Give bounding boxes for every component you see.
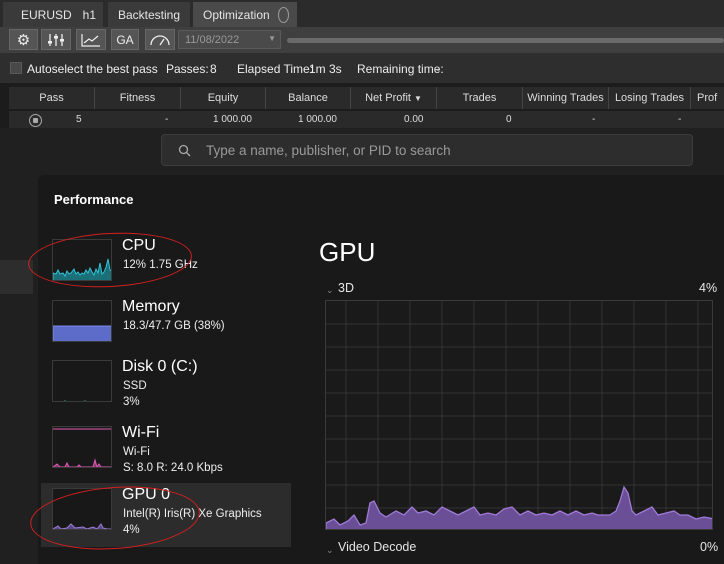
- cell-equity: 1 000.00: [213, 114, 252, 125]
- results-table-header: Pass Fitness Equity Balance Net Profit ▼…: [9, 87, 724, 109]
- disk-usage: 3%: [123, 396, 140, 408]
- remaining-label: Remaining time:: [357, 62, 444, 76]
- column-losing-trades[interactable]: Losing Trades: [609, 87, 691, 109]
- speed-button[interactable]: [145, 29, 175, 50]
- sliders-icon: [48, 33, 64, 46]
- cell-net-profit: 0.00: [404, 114, 424, 125]
- elapsed-label: Elapsed Time:: [237, 62, 314, 76]
- column-winning-trades[interactable]: Winning Trades: [523, 87, 609, 109]
- tab-backtesting-label: Backtesting: [117, 7, 181, 22]
- wifi-graph-thumbnail: [52, 426, 112, 468]
- chevron-down-icon[interactable]: ⌄: [326, 285, 334, 296]
- autoselect-label: Autoselect the best pass: [27, 62, 158, 76]
- wifi-title: Wi-Fi: [122, 424, 160, 441]
- cell-fitness: -: [165, 114, 169, 125]
- toolbar: ⚙ GA 11/08/2022 ▼: [0, 27, 724, 53]
- tab-strip: EURUSD h1 Backtesting Optimization: [0, 0, 724, 27]
- chart-video-decode-label[interactable]: Video Decode: [338, 540, 416, 554]
- loading-circle-icon: [277, 6, 289, 23]
- table-row[interactable]: 5 - 1 000.00 1 000.00 0.00 0 - -: [9, 111, 724, 129]
- chart-button[interactable]: [76, 29, 106, 50]
- tab-symbol[interactable]: EURUSD h1: [3, 2, 103, 27]
- cell-losing: -: [678, 114, 682, 125]
- sort-desc-icon: ▼: [413, 93, 422, 103]
- remaining-value: -: [436, 62, 440, 76]
- stop-circle-icon: [29, 114, 42, 127]
- dropdown-caret-icon: ▼: [268, 34, 276, 43]
- column-profit-label: Prof: [697, 92, 718, 104]
- parameters-button[interactable]: [41, 29, 71, 50]
- page-title: Performance: [54, 192, 134, 207]
- perf-item-wifi[interactable]: Wi-Fi Wi-Fi S: 8.0 R: 24.0 Kbps: [41, 421, 291, 485]
- chevron-down-icon[interactable]: ⌄: [326, 545, 334, 556]
- column-net-profit[interactable]: Net Profit ▼: [351, 87, 437, 109]
- tab-symbol-label: EURUSD: [21, 7, 72, 22]
- memory-usage: 18.3/47.7 GB (38%): [123, 320, 225, 332]
- tab-backtesting[interactable]: Backtesting: [108, 2, 190, 27]
- ga-label: GA: [116, 32, 134, 47]
- disk-title: Disk 0 (C:): [122, 358, 198, 375]
- gear-icon: ⚙: [16, 31, 31, 49]
- column-winning-trades-label: Winning Trades: [527, 92, 604, 104]
- column-losing-trades-label: Losing Trades: [614, 92, 685, 104]
- column-profit[interactable]: Prof: [691, 87, 724, 109]
- column-pass[interactable]: Pass: [9, 87, 95, 109]
- column-balance-label: Balance: [288, 92, 328, 104]
- line-chart-icon: [81, 33, 100, 47]
- status-bar: Autoselect the best pass Passes: 8 Elaps…: [0, 53, 724, 83]
- chart-3d-value: 4%: [699, 281, 718, 295]
- optimization-progress-bar: [287, 38, 724, 43]
- search-input[interactable]: Type a name, publisher, or PID to search: [161, 134, 693, 166]
- chart-video-decode-value: 0%: [700, 540, 719, 554]
- cell-balance: 1 000.00: [298, 114, 337, 125]
- perf-item-memory[interactable]: Memory 18.3/47.7 GB (38%): [41, 295, 291, 359]
- memory-graph-thumbnail: [52, 300, 112, 342]
- gpu-3d-chart: [325, 300, 713, 530]
- column-fitness-label: Fitness: [119, 92, 156, 104]
- memory-title: Memory: [122, 298, 180, 315]
- column-trades-label: Trades: [462, 92, 497, 104]
- date-value: 11/08/2022: [185, 33, 240, 46]
- autoselect-checkbox[interactable]: [10, 62, 22, 74]
- tab-optimization[interactable]: Optimization: [193, 2, 297, 27]
- column-fitness[interactable]: Fitness: [95, 87, 181, 109]
- disk-graph-thumbnail: [52, 360, 112, 402]
- date-select[interactable]: 11/08/2022 ▼: [178, 30, 281, 49]
- cell-trades: 0: [506, 114, 512, 125]
- passes-label: Passes:: [166, 62, 209, 76]
- column-pass-label: Pass: [39, 92, 64, 104]
- disk-type: SSD: [123, 380, 147, 392]
- gpu-detail-title: GPU: [319, 237, 376, 267]
- tab-optimization-label: Optimization: [203, 7, 270, 22]
- wifi-throughput: S: 8.0 R: 24.0 Kbps: [123, 462, 223, 474]
- column-equity-label: Equity: [207, 92, 239, 104]
- speedometer-icon: [150, 34, 170, 45]
- column-trades[interactable]: Trades: [437, 87, 523, 109]
- elapsed-value: 1m 3s: [309, 62, 342, 76]
- chart-3d-label[interactable]: 3D: [338, 281, 354, 295]
- column-balance[interactable]: Balance: [266, 87, 351, 109]
- tab-timeframe-label: h1: [82, 7, 97, 22]
- perf-item-disk[interactable]: Disk 0 (C:) SSD 3%: [41, 355, 291, 419]
- passes-value: 8: [210, 62, 217, 76]
- search-placeholder: Type a name, publisher, or PID to search: [206, 142, 451, 158]
- cell-pass: 5: [76, 114, 82, 125]
- column-net-profit-label: Net Profit: [365, 92, 411, 104]
- settings-button[interactable]: ⚙: [9, 29, 38, 50]
- search-icon: [162, 144, 206, 157]
- genetic-algorithm-button[interactable]: GA: [111, 29, 139, 50]
- wifi-adapter: Wi-Fi: [123, 446, 150, 458]
- cell-winning: -: [592, 114, 596, 125]
- column-equity[interactable]: Equity: [181, 87, 266, 109]
